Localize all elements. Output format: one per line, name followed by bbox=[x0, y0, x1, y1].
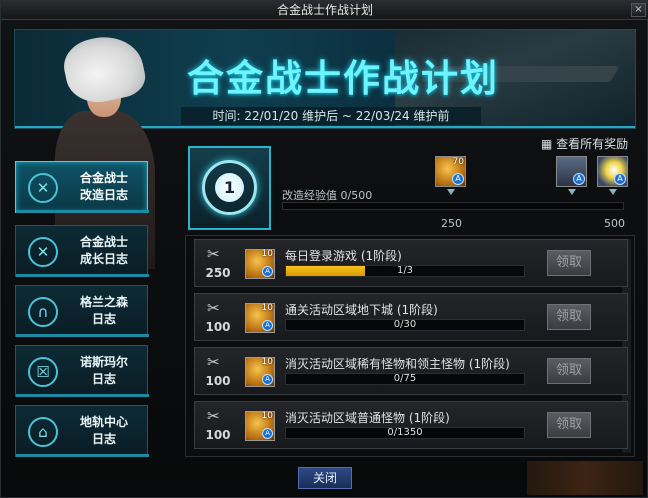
target-badge-icon: ✕ bbox=[28, 173, 58, 203]
sidebar-item-label: 日志 bbox=[91, 432, 116, 446]
task-progress-text: 1/3 bbox=[396, 265, 414, 276]
milestone-reward-potion-jar-icon[interactable]: A bbox=[556, 156, 587, 187]
claim-button[interactable]: 领取 bbox=[547, 304, 591, 330]
milestone-marker-icon bbox=[609, 189, 617, 195]
event-window: 合金战士作战计划 × 合金战士作战计划 时间: 22/01/20 维护后 ~ 2… bbox=[0, 0, 648, 498]
gate-icon: ∩ bbox=[28, 297, 58, 327]
target-badge-icon: ✕ bbox=[28, 237, 58, 267]
task-progress-bar: 0/1350 bbox=[285, 427, 525, 439]
sidebar-item-noosmar-log[interactable]: ☒ 诺斯玛尔 日志 bbox=[15, 345, 149, 397]
milestone-marker-icon bbox=[568, 189, 576, 195]
task-progress-bar: 1/3 bbox=[285, 265, 525, 277]
task-points: 100 bbox=[205, 428, 231, 442]
window-titlebar: 合金战士作战计划 × bbox=[1, 1, 648, 20]
door-icon: ☒ bbox=[28, 357, 58, 387]
task-progress-text: 0/1350 bbox=[387, 427, 423, 438]
sidebar-item-label: 合金战士 bbox=[79, 171, 128, 185]
milestone-marker-icon bbox=[447, 189, 455, 195]
wrench-icon: ✂ bbox=[207, 407, 220, 425]
window-title: 合金战士作战计划 bbox=[276, 3, 373, 17]
upgrade-exp-label: 改造经验值 0/500 bbox=[282, 189, 373, 202]
task-progress-text: 0/30 bbox=[393, 319, 417, 330]
task-progress-bar: 0/30 bbox=[285, 319, 525, 331]
sidebar-item-label: 日志 bbox=[91, 312, 116, 326]
sidebar-item-rail-center-log[interactable]: ⌂ 地轨中心 日志 bbox=[15, 405, 149, 457]
task-name: 消灭活动区域普通怪物 (1阶段) bbox=[285, 411, 450, 425]
taskbar-decoration bbox=[527, 461, 643, 495]
sidebar-item-label: 日志 bbox=[91, 372, 116, 386]
view-all-rewards-link[interactable]: ▦ 查看所有奖励 bbox=[541, 135, 628, 152]
sidebar-item-label: 改造日志 bbox=[79, 188, 128, 202]
sidebar-item-label: 格兰之森 bbox=[79, 295, 128, 309]
sidebar-item-label: 成长日志 bbox=[79, 252, 128, 266]
banner-title: 合金战士作战计划 bbox=[187, 57, 499, 100]
window-close-icon[interactable]: × bbox=[631, 3, 646, 17]
task-row: ✂ 100 10 A 通关活动区域地下城 (1阶段) 0/30 领取 bbox=[194, 293, 628, 341]
task-name: 通关活动区域地下城 (1阶段) bbox=[285, 303, 438, 317]
wrench-icon: ✂ bbox=[207, 245, 220, 263]
task-row: ✂ 100 10 A 消灭活动区域稀有怪物和领主怪物 (1阶段) 0/75 领取 bbox=[194, 347, 628, 395]
wrench-icon: ✂ bbox=[207, 299, 220, 317]
reward-gold-coin-icon[interactable]: 10 A bbox=[245, 411, 275, 441]
sidebar-item-label: 地轨中心 bbox=[79, 415, 128, 429]
sidebar-item-alloy-growth-log[interactable]: ✕ 合金战士 成长日志 bbox=[15, 225, 149, 277]
task-row: ✂ 100 10 A 消灭活动区域普通怪物 (1阶段) 0/1350 领取 bbox=[194, 401, 628, 449]
grid-icon: ▦ bbox=[541, 137, 553, 151]
close-button[interactable]: 关闭 bbox=[298, 467, 352, 489]
milestone-label: 500 bbox=[604, 217, 625, 230]
level-badge: 1 bbox=[188, 146, 271, 230]
milestone-reward-flash-icon[interactable]: A bbox=[597, 156, 628, 187]
claim-button[interactable]: 领取 bbox=[547, 412, 591, 438]
task-points: 100 bbox=[205, 374, 231, 388]
task-row: ✂ 250 10 A 每日登录游戏 (1阶段) 1/3 领取 bbox=[194, 239, 628, 287]
reward-gold-coin-icon[interactable]: 10 A bbox=[245, 303, 275, 333]
level-number: 1 bbox=[223, 178, 236, 197]
event-date: 时间: 22/01/20 维护后 ~ 22/03/24 维护前 bbox=[181, 107, 481, 125]
milestone-reward-gold-coin-icon[interactable]: 70 A bbox=[435, 156, 466, 187]
sidebar-item-label: 合金战士 bbox=[79, 235, 128, 249]
sidebar-item-gran-forest-log[interactable]: ∩ 格兰之森 日志 bbox=[15, 285, 149, 337]
task-progress-text: 0/75 bbox=[393, 373, 417, 384]
city-icon: ⌂ bbox=[28, 417, 58, 447]
task-name: 每日登录游戏 (1阶段) bbox=[285, 249, 402, 263]
task-points: 250 bbox=[205, 266, 231, 280]
upgrade-exp-bar bbox=[282, 202, 624, 210]
task-points: 100 bbox=[205, 320, 231, 334]
sidebar-item-alloy-upgrade-log[interactable]: ✕ 合金战士 改造日志 bbox=[15, 161, 149, 213]
wrench-icon: ✂ bbox=[207, 353, 220, 371]
claim-button[interactable]: 领取 bbox=[547, 250, 591, 276]
reward-gold-coin-icon[interactable]: 10 A bbox=[245, 357, 275, 387]
sidebar-item-label: 诺斯玛尔 bbox=[79, 355, 128, 369]
claim-button[interactable]: 领取 bbox=[547, 358, 591, 384]
milestone-label: 250 bbox=[441, 217, 462, 230]
task-progress-bar: 0/75 bbox=[285, 373, 525, 385]
reward-gold-coin-icon[interactable]: 10 A bbox=[245, 249, 275, 279]
task-name: 消灭活动区域稀有怪物和领主怪物 (1阶段) bbox=[285, 357, 510, 371]
